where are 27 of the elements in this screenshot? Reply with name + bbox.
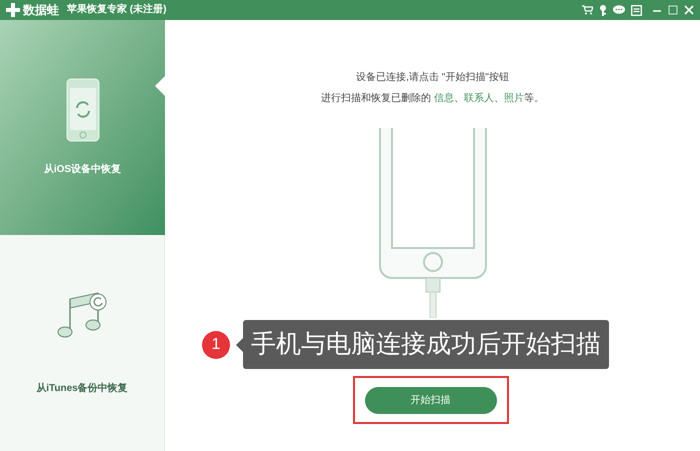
window-title: 苹果恢复专家 (未注册) (67, 5, 166, 15)
menu-icon[interactable] (631, 4, 642, 16)
link-text[interactable]: 信息 (434, 91, 454, 106)
sidebar-item[interactable]: 从iTunes备份中恢复 (0, 235, 165, 451)
app-logo-text: 数据蛙 (23, 4, 59, 16)
maximize-icon[interactable] (668, 5, 678, 15)
close-icon[interactable] (684, 5, 694, 15)
instruction-text: 等。 (524, 93, 544, 106)
callout-text: 手机与电脑连接成功后开始扫描 (243, 320, 609, 369)
music-note-icon (56, 290, 108, 340)
sidebar-item[interactable]: 从iOS设备中恢复 (0, 20, 165, 235)
selection-pointer-icon (155, 76, 165, 96)
chat-icon[interactable] (613, 5, 625, 15)
instruction-text: 、 (494, 92, 504, 106)
instruction-text: 进行扫描和恢复已删除的 (321, 92, 432, 106)
cross-logo-icon (6, 3, 20, 17)
instruction-text: 、 (454, 92, 464, 106)
instruction-text: 设备已连接,请点击 "开始扫描"按钮 (356, 70, 509, 85)
sidebar-item-label: 从iOS设备中恢复 (44, 162, 122, 177)
key-icon[interactable] (599, 4, 607, 16)
sidebar-item-label: 从iTunes备份中恢复 (36, 382, 128, 396)
link-text[interactable]: 联系人 (464, 91, 494, 106)
cart-icon[interactable] (582, 5, 593, 15)
phone-refresh-icon (66, 78, 100, 142)
link-text[interactable]: 照片 (504, 91, 524, 106)
start-scan-button[interactable]: 开始扫描 (364, 386, 496, 414)
step-number-badge: 1 (202, 330, 230, 358)
